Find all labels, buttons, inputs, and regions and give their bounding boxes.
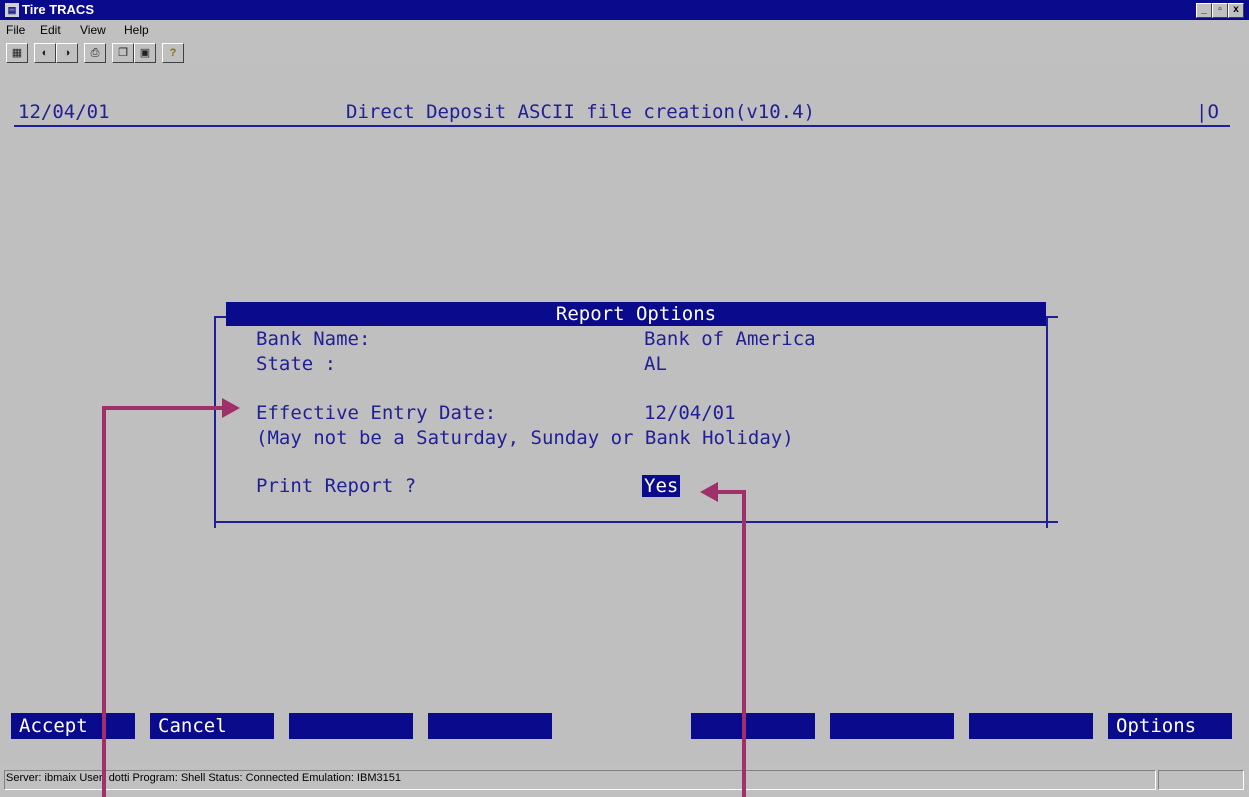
annotation-arrows bbox=[102, 398, 746, 797]
arrow-left-line bbox=[102, 406, 228, 797]
arrow-right-line bbox=[712, 490, 746, 797]
arrow-left-head bbox=[222, 398, 240, 418]
arrow-right-head bbox=[700, 482, 718, 502]
